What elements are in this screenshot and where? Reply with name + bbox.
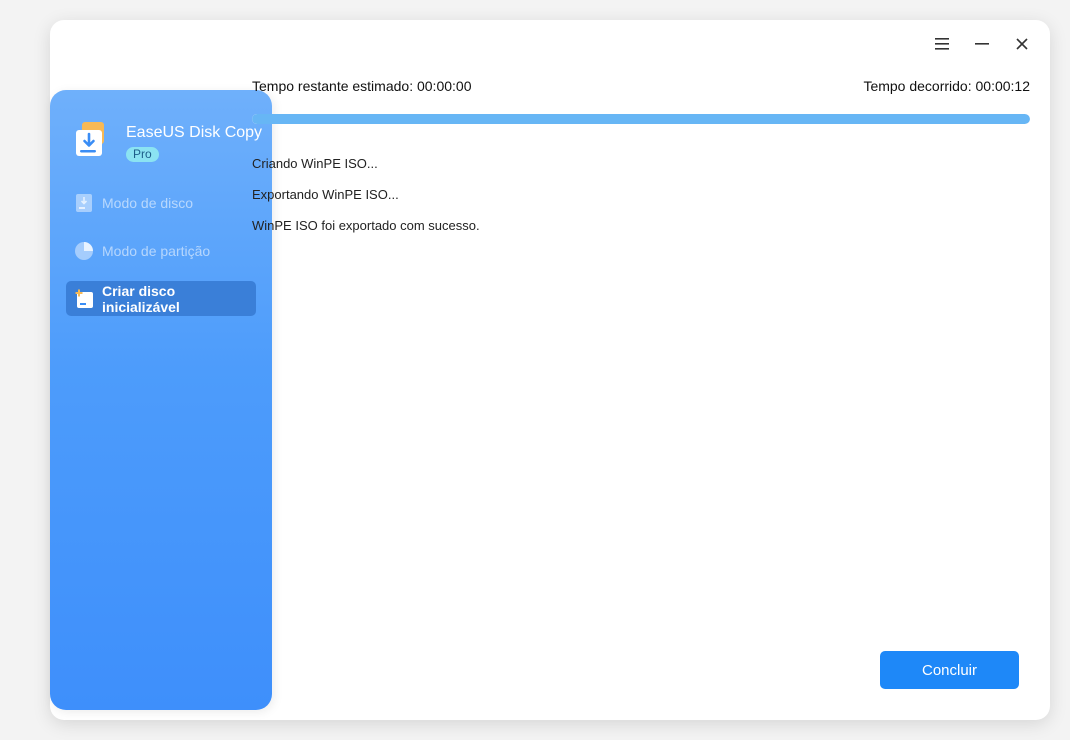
log-line: WinPE ISO foi exportado com sucesso. — [252, 218, 480, 233]
remaining-time-value: 00:00:00 — [416, 78, 472, 94]
sidebar-nav: Modo de disco Modo de partição Criar dis… — [66, 185, 256, 329]
app-logo-icon — [76, 122, 104, 156]
finish-button[interactable]: Concluir — [880, 651, 1019, 689]
remaining-time: Tempo restante estimado: 00:00:00 — [252, 78, 471, 94]
progress-bar — [252, 114, 1030, 124]
menu-icon[interactable] — [932, 34, 952, 54]
progress-bar-fill — [252, 114, 1030, 124]
disk-icon — [74, 193, 94, 213]
sidebar-item-disk-mode[interactable]: Modo de disco — [66, 185, 256, 220]
minimize-icon[interactable] — [972, 34, 992, 54]
app-window: EaseUS Disk Copy Pro Modo de disco Modo … — [50, 20, 1050, 720]
bootable-disk-icon — [74, 289, 94, 309]
log-line: Criando WinPE ISO... — [252, 156, 378, 171]
main-content: Tempo restante estimado: 00:00:00 Tempo … — [252, 78, 1030, 247]
sidebar-item-create-bootable-disk[interactable]: Criar disco inicializável — [66, 281, 256, 316]
elapsed-time-value: 00:00:12 — [975, 78, 1031, 94]
close-icon[interactable] — [1012, 34, 1032, 54]
log-line: Exportando WinPE ISO... — [252, 187, 399, 202]
sidebar-item-label: Modo de disco — [102, 194, 194, 211]
sidebar: EaseUS Disk Copy Pro Modo de disco Modo … — [50, 90, 272, 710]
app-name: EaseUS Disk Copy — [126, 124, 263, 141]
sidebar-item-partition-mode[interactable]: Modo de partição — [66, 233, 256, 268]
status-log: Criando WinPE ISO... Exportando WinPE IS… — [252, 154, 1030, 247]
partition-icon — [74, 241, 94, 261]
elapsed-time: Tempo decorrido: 00:00:12 — [863, 78, 1030, 94]
sidebar-item-label: Modo de partição — [102, 242, 211, 259]
edition-badge: Pro — [126, 147, 159, 162]
remaining-time-label: Tempo restante estimado: — [252, 78, 414, 94]
sidebar-item-label: Criar disco inicializável — [102, 282, 180, 315]
elapsed-time-label: Tempo decorrido: — [863, 78, 972, 94]
brand: EaseUS Disk Copy Pro — [72, 120, 262, 163]
window-controls — [932, 34, 1032, 54]
time-row: Tempo restante estimado: 00:00:00 Tempo … — [252, 78, 1030, 94]
